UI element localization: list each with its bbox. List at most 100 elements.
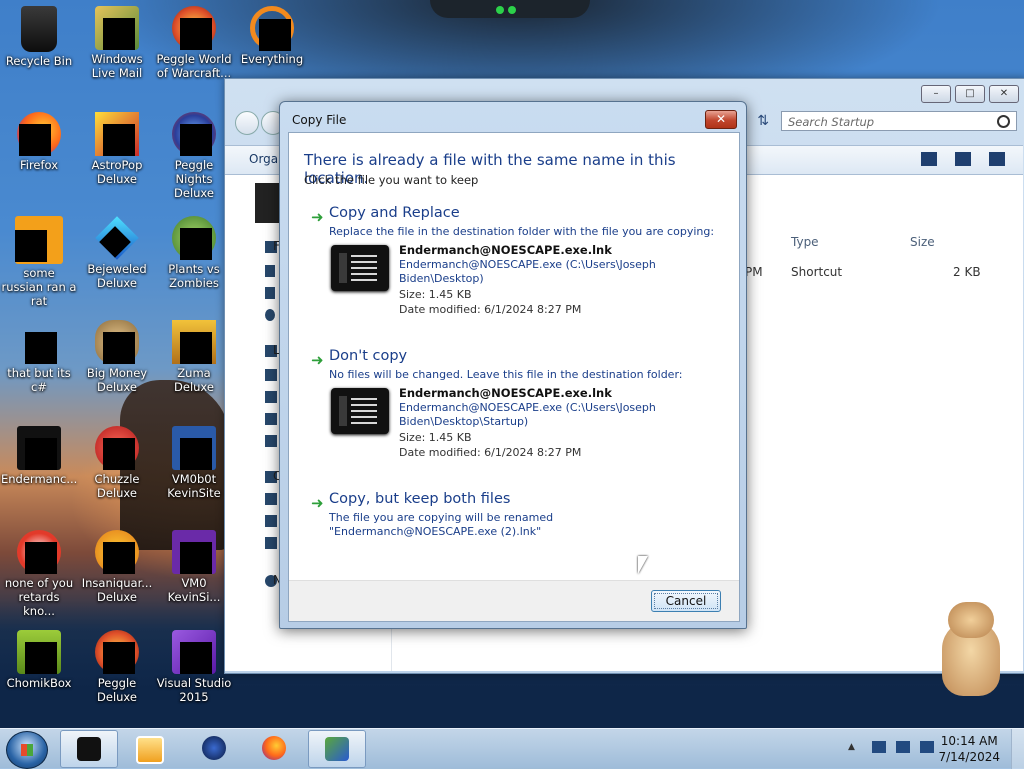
file-type-cell: Shortcut [791,265,843,279]
desktop-icon-shortcut-csharp[interactable]: that but its c# [1,320,77,394]
desktop-icon-label: Peggle Deluxe [97,676,137,704]
desktop-icon-big-money[interactable]: Big Money Deluxe [79,320,155,394]
folder-icon [15,216,63,264]
dialog-subheading: Click the file you want to keep [304,173,479,187]
desktop-icon-folder[interactable]: some russian ran a rat [1,216,77,308]
desktop-icon-zuma[interactable]: Zuma Deluxe [156,320,232,394]
zuma-icon [172,320,216,364]
desktop-icon-label: ChomikBox [6,676,72,690]
desktop-icon-peggle-wow[interactable]: Peggle World of Warcraft... [156,6,232,80]
bejeweled-icon [95,216,139,260]
dialog-close-button[interactable]: ✕ [705,110,737,129]
desktop-icon-recycle-bin[interactable]: Recycle Bin [1,6,77,68]
file-date: Date modified: 6/1/2024 8:27 PM [399,446,582,459]
taskbar-button-explorer[interactable] [60,730,118,768]
desktop-icon-chomikbox[interactable]: ChomikBox [1,630,77,690]
desktop-icon-vm0[interactable]: VM0 KevinSi... [156,530,232,604]
enderman-shortcut-icon [17,426,61,470]
nav-icon[interactable] [265,391,277,403]
option-title[interactable]: Don't copy [329,348,407,364]
desktop-icon-label: Windows Live Mail [91,52,143,80]
drive-icon[interactable] [265,537,277,549]
app-icon [202,736,226,760]
show-desktop-button[interactable] [1011,729,1024,769]
desktop-icon-label: Peggle Nights Deluxe [174,158,214,200]
desktop-icon-none-of-you[interactable]: none of you retards kno... [1,530,77,618]
desktop-icon-bejeweled[interactable]: Bejeweled Deluxe [79,216,155,290]
green-arrow-icon: ➜ [311,208,324,226]
firefox-like-icon [17,530,61,574]
desktop-icon-label: Plants vs Zombies [168,262,220,290]
nav-icon[interactable] [265,309,275,321]
vm-icon [172,530,216,574]
vm-folder-icon [172,426,216,470]
change-view-icon[interactable] [921,152,937,166]
file-thumbnail-icon [331,388,389,434]
back-button[interactable] [235,111,259,135]
tray-volume-icon[interactable] [920,741,934,753]
redaction-block [180,228,212,260]
tray-app-icon[interactable] [872,741,886,753]
nav-icon[interactable] [265,435,277,447]
firefox-icon [262,736,286,760]
desktop-icon-everything[interactable]: Everything [234,6,310,66]
desktop-icon-label: Recycle Bin [5,54,73,68]
desktop-icon-enderman[interactable]: Endermanc... [1,426,77,486]
desktop-icon-peggle-nights[interactable]: Peggle Nights Deluxe [156,112,232,200]
library-icon [255,183,281,223]
tray-expand-icon[interactable]: ▲ [848,741,862,753]
redaction-block [103,124,135,156]
system-tray: ▲ [848,741,934,753]
cancel-button[interactable]: Cancel [651,590,721,612]
desktop-icon-windows-live-mail[interactable]: Windows Live Mail [79,6,155,80]
redaction-block [15,230,47,262]
peggle-icon [95,630,139,674]
desktop-icon-chuzzle[interactable]: Chuzzle Deluxe [79,426,155,500]
column-header-type[interactable]: Type [791,235,819,249]
refresh-icon[interactable]: ⇅ [757,113,769,129]
file-path: Endermanch@NOESCAPE.exe (C:\Users\Joseph… [399,401,656,428]
nav-icon[interactable] [265,413,277,425]
search-input[interactable]: Search Startup [781,111,1017,131]
start-orb-icon[interactable] [6,731,48,769]
column-header-size[interactable]: Size [910,235,935,249]
copy-file-dialog[interactable]: Copy File ✕ There is already a file with… [279,101,747,629]
taskbar-button-firefox[interactable] [246,730,302,766]
maximize-button[interactable]: □ [955,85,985,103]
taskbar-button-app[interactable] [186,730,242,766]
file-thumbnail-icon [331,245,389,291]
tray-network-icon[interactable] [896,741,910,753]
drive-icon[interactable] [265,515,277,527]
nav-icon[interactable] [265,265,275,277]
hamster-gadget [938,602,1008,702]
desktop-icon-firefox[interactable]: Firefox [1,112,77,172]
redaction-block [180,542,212,574]
green-arrow-icon: ➜ [311,494,324,512]
desktop-icon-vm0b0t[interactable]: VM0b0t KevinSite [156,426,232,500]
firefox-icon [17,112,61,156]
option-title[interactable]: Copy, but keep both files [329,491,510,507]
option-title[interactable]: Copy and Replace [329,205,460,221]
dialog-title: Copy File [292,113,347,127]
desktop-icon-astropop[interactable]: AstroPop Deluxe [79,112,155,186]
nav-icon[interactable] [265,369,277,381]
nav-icon[interactable] [265,287,275,299]
drive-icon[interactable] [265,493,277,505]
users-icon [325,737,349,761]
desktop-icon-label: Bejeweled Deluxe [87,262,147,290]
close-button[interactable]: ✕ [989,85,1019,103]
help-icon[interactable] [989,152,1005,166]
desktop-icon-label: none of you retards kno... [4,576,74,618]
desktop-icon-insaniquarium[interactable]: Insaniquar... Deluxe [79,530,155,604]
taskbar: ▲ 10:14 AM 7/14/2024 [0,728,1024,769]
redaction-block [25,438,57,470]
preview-pane-icon[interactable] [955,152,971,166]
taskbar-button-media[interactable] [120,730,176,766]
taskbar-clock[interactable]: 10:14 AM 7/14/2024 [938,733,1000,765]
desktop-icon-visual-studio[interactable]: Visual Studio 2015 [156,630,232,704]
minimize-button[interactable]: – [921,85,951,103]
search-icon[interactable] [997,115,1010,128]
desktop-icon-peggle[interactable]: Peggle Deluxe [79,630,155,704]
taskbar-button-users[interactable] [308,730,366,768]
desktop-icon-pvz[interactable]: Plants vs Zombies [156,216,232,290]
